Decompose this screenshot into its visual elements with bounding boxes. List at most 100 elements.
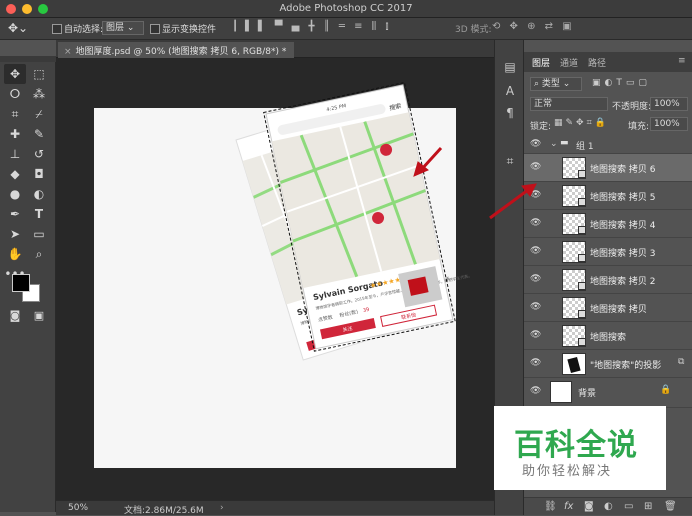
layer-name: 地图搜索 拷贝 4 [590,221,656,231]
document-tab[interactable]: × 地图厚度.psd @ 50% (地图搜索 拷贝 6, RGB/8*) * [58,42,295,58]
link-layers-icon[interactable]: ⛓ [544,501,557,512]
tab-paths[interactable]: 路径 [588,56,606,69]
zoom-level[interactable]: 50% [68,503,88,513]
smart-object-icon [578,198,586,206]
eye-icon[interactable]: 👁 [530,190,542,200]
rectangle-icon[interactable]: ▭ [28,224,50,244]
eye-icon[interactable]: 👁 [530,386,542,396]
fill-field[interactable]: 100% [650,117,688,131]
link-icon: ⧉ [678,357,685,367]
eye-icon[interactable]: 👁 [530,274,542,284]
close-tab-icon[interactable]: × [64,47,72,57]
layer-item[interactable]: 👁 "地图搜索"的投影 ⧉ [524,350,692,378]
blend-mode-dropdown[interactable]: 正常 [530,97,608,111]
chevron-down-icon[interactable]: ⌄ [550,139,558,149]
opacity-field[interactable]: 100% [650,97,688,111]
folder-icon: ▬ [560,138,569,148]
align-buttons[interactable]: ┃▐ ▌ ▀ ▄ ╋ ║ ═ ≡ ⫼ ⫾ [232,21,392,32]
tools-grip[interactable] [0,56,56,62]
blur-icon[interactable]: ● [4,184,26,204]
layer-item[interactable]: 👁 地图搜索 拷贝 [524,294,692,322]
history-panel-icon[interactable]: ▤ [499,56,521,78]
layer-background[interactable]: 👁 背景 🔒 [524,378,692,408]
layer-item[interactable]: 👁 地图搜索 拷贝 3 [524,238,692,266]
paragraph-panel-icon[interactable]: ¶ [499,102,521,124]
adjustment-icon[interactable]: ◐ [604,501,613,512]
annotation-arrow-canvas [413,146,443,177]
stamp-icon[interactable]: ⊥ [4,144,26,164]
properties-panel-icon[interactable]: A [499,80,521,102]
doc-size[interactable]: 文档:2.86M/25.6M [124,503,204,516]
eyedropper-icon[interactable]: ⌿ [28,104,50,124]
show-transform-checkbox[interactable] [150,24,160,34]
auto-select-dropdown[interactable]: 图层 ⌄ [102,21,144,35]
layer-name: 地图搜索 拷贝 3 [590,249,656,259]
fx-icon[interactable]: fx [564,501,573,512]
filter-row: ⌕ 类型 ⌄ ▣◐T▭▢ [524,74,692,94]
zoom-icon[interactable]: ⌕ [28,244,50,264]
tab-layers[interactable]: 图层 [532,56,550,69]
mask-icon[interactable]: ◙ [584,501,594,512]
healing-icon[interactable]: ✚ [4,124,26,144]
quick-mask-icon[interactable]: ◙ [4,306,26,326]
magic-wand-icon[interactable]: ⁂ [28,84,50,104]
foreground-color-swatch-top[interactable] [12,274,30,292]
document-tab-label: 地图厚度.psd @ 50% (地图搜索 拷贝 6, RGB/8*) * [75,47,287,57]
eye-icon[interactable]: 👁 [530,218,542,228]
new-group-icon[interactable]: ▭ [624,501,633,512]
lock-icons[interactable]: ▦✎✥⌗🔒 [554,118,609,128]
layer-item[interactable]: 👁 地图搜索 [524,322,692,350]
status-menu-icon[interactable]: › [220,503,224,513]
hand-icon[interactable]: ✋ [4,244,26,264]
path-select-icon[interactable]: ➤ [4,224,26,244]
smart-object-icon [578,282,586,290]
layer-name: 地图搜索 拷贝 2 [590,277,656,287]
lasso-icon[interactable]: ⵔ [4,84,26,104]
auto-select-label: 自动选择: [64,25,104,35]
layer-group[interactable]: 👁 ⌄ ▬ 组 1 [524,134,692,154]
eye-icon[interactable]: 👁 [530,330,542,340]
smart-object-icon [578,310,586,318]
title-bar: Adobe Photoshop CC 2017 [0,0,692,18]
layer-item[interactable]: 👁 地图搜索 拷贝 6 [524,154,692,182]
type-icon[interactable]: T [28,204,50,224]
layers-panel-footer: ⛓ fx ◙ ◐ ▭ ⊞ 🗑 [524,497,692,515]
auto-select-value: 图层 [106,23,125,33]
eraser-icon[interactable]: ◆ [4,164,26,184]
move-icon[interactable]: ✥ [4,64,26,84]
layer-item[interactable]: 👁 地图搜索 拷贝 4 [524,210,692,238]
brush-icon[interactable]: ✎ [28,124,50,144]
marquee-icon[interactable]: ⬚ [28,64,50,84]
dodge-icon[interactable]: ◐ [28,184,50,204]
panel-menu-icon[interactable]: ≡ [678,56,686,66]
opacity-label: 不透明度: [612,102,652,112]
history-brush-icon[interactable]: ↺ [28,144,50,164]
move-tool-preset-icon[interactable]: ✥⌄ [8,21,28,35]
new-layer-icon[interactable]: ⊞ [644,501,652,512]
auto-select-checkbox[interactable] [52,24,62,34]
pen-icon[interactable]: ✒ [4,204,26,224]
group-name: 组 1 [576,142,594,152]
tab-channels[interactable]: 通道 [560,56,578,69]
eye-icon[interactable]: 👁 [530,358,542,368]
crop-panel-icon[interactable]: ⌗ [499,150,521,172]
trash-icon[interactable]: 🗑 [664,501,677,512]
watermark: 百科全说 助你轻松解决 [494,406,666,490]
layer-item[interactable]: 👁 地图搜索 拷贝 2 [524,266,692,294]
filter-dropdown[interactable]: ⌕ 类型 ⌄ [530,77,582,91]
layer-item[interactable]: 👁 地图搜索 拷贝 5 [524,182,692,210]
filter-icons[interactable]: ▣◐T▭▢ [592,78,651,88]
screen-mode-icon[interactable]: ▣ [28,306,50,326]
canvas-area[interactable]: Sylvain Sorgato 博物馆学者摘取工作。2015年至今，卢浮宫馆藏，… [56,58,494,500]
crop-icon[interactable]: ⌗ [4,104,26,124]
eye-icon[interactable]: 👁 [530,302,542,312]
layer-thumbnail [550,381,572,403]
mode-3d-icons[interactable]: ⟲ ✥ ⊕ ⇄ ▣ [492,21,575,32]
eye-icon[interactable]: 👁 [530,246,542,256]
options-bar: ✥⌄ 自动选择: 图层 ⌄ 显示变换控件 ┃▐ ▌ ▀ ▄ ╋ ║ ═ ≡ ⫼ … [0,18,692,40]
fill-label: 填充: [628,122,650,132]
mockup-artwork: Sylvain Sorgato 博物馆学者摘取工作。2015年至今，卢浮宫馆藏，… [235,81,473,361]
eye-icon[interactable]: 👁 [530,139,542,149]
bucket-icon[interactable]: ◘ [28,164,50,184]
eye-icon[interactable]: 👁 [530,162,542,172]
